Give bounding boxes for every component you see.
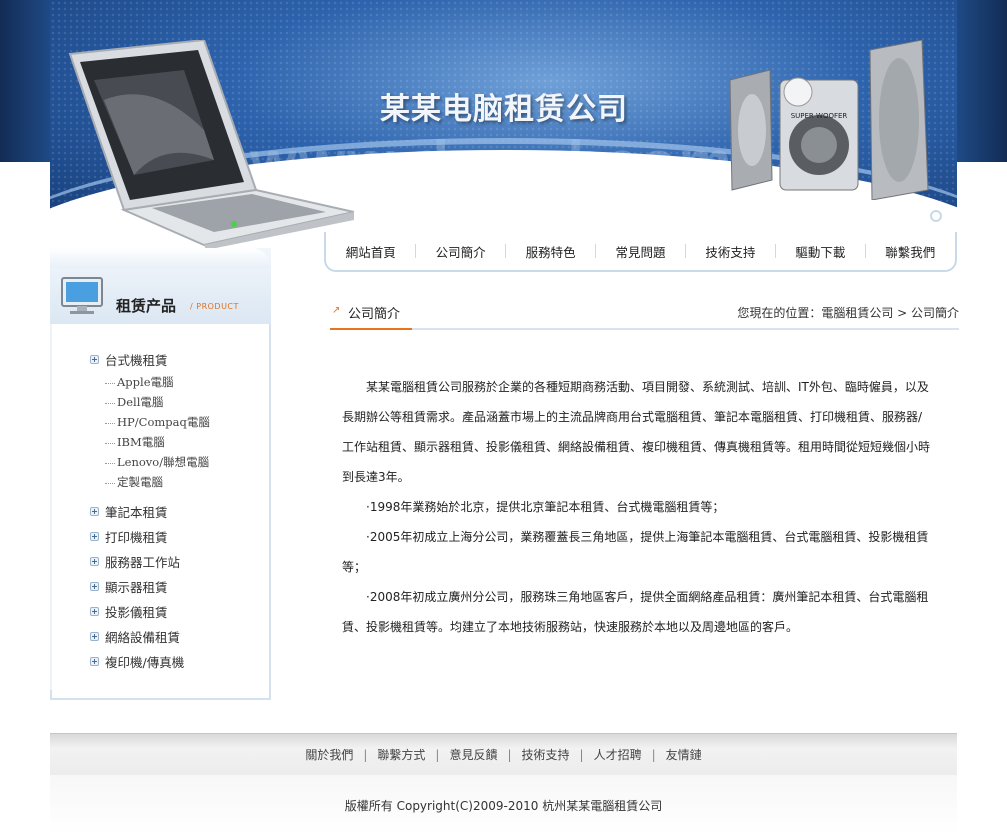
breadcrumb: 您現在的位置：電腦租賃公司 > 公司簡介 — [737, 306, 959, 320]
sidebar-footer — [50, 690, 271, 700]
footer-link-contact[interactable]: 聯繫方式 — [377, 746, 425, 763]
content-paragraph: 某某電腦租賃公司服務於企業的各種短期商務活動、項目開發、系統測試、培訓、IT外包… — [342, 380, 931, 484]
company-name: 某某电脑租赁公司 — [380, 92, 628, 127]
expand-icon — [90, 657, 99, 666]
main-nav: 網站首頁 公司簡介 服務特色 常見問題 技術支持 驅動下載 聯繫我們 — [324, 232, 957, 272]
nav-divider — [415, 244, 417, 258]
subcategory-lenovo[interactable]: Lenovo/聯想電腦 — [105, 454, 209, 470]
sidebar-title: 租赁产品 — [116, 297, 177, 315]
title-arrow-icon: ↗ — [332, 305, 341, 316]
category-desktop[interactable]: 台式機租賃 — [90, 350, 168, 369]
nav-drivers[interactable]: 驅動下載 — [787, 242, 853, 261]
sidebar-header: 租赁产品 / PRODUCT — [50, 248, 271, 324]
category-label: 網絡設備租賃 — [105, 630, 181, 645]
nav-end-cap — [930, 210, 942, 222]
nav-about[interactable]: 公司簡介 — [428, 242, 494, 261]
footer-link-friends[interactable]: 友情鏈 — [666, 746, 702, 763]
page-container: www.drccd.com 某某电脑租赁公司 SUPER WOOFER 網站首頁… — [50, 0, 959, 836]
speakers-image: SUPER WOOFER — [729, 40, 929, 200]
category-printer[interactable]: 打印機租賃 — [90, 527, 168, 546]
svg-text:SUPER WOOFER: SUPER WOOFER — [791, 112, 848, 120]
category-laptop[interactable]: 筆記本租賃 — [90, 502, 168, 521]
footer-separator: | — [363, 747, 368, 762]
category-label: 台式機租賃 — [105, 353, 168, 368]
category-projector[interactable]: 投影儀租賃 — [90, 602, 168, 621]
nav-faq[interactable]: 常見問題 — [607, 242, 673, 261]
footer-link-jobs[interactable]: 人才招聘 — [594, 746, 642, 763]
footer-separator: | — [579, 747, 584, 762]
sidebar-subtitle: / PRODUCT — [190, 302, 239, 311]
subcategory-dell[interactable]: Dell電腦 — [105, 394, 163, 410]
title-underline — [330, 328, 412, 330]
product-sidebar: 租赁产品 / PRODUCT 台式機租賃 Apple電腦 Dell電腦 HP/C… — [50, 248, 271, 700]
category-label: 複印機/傳真機 — [105, 655, 185, 670]
sidebar-body: 台式機租賃 Apple電腦 Dell電腦 HP/Compaq電腦 IBM電腦 L… — [50, 324, 271, 700]
category-label: 投影儀租賃 — [105, 605, 168, 620]
category-server[interactable]: 服務器工作站 — [90, 552, 180, 571]
nav-home[interactable]: 網站首頁 — [338, 242, 404, 261]
content-header: ↗ 公司簡介 您現在的位置：電腦租賃公司 > 公司簡介 — [330, 296, 959, 330]
footer-separator: | — [651, 747, 656, 762]
nav-services[interactable]: 服務特色 — [518, 242, 584, 261]
nav-divider — [595, 244, 597, 258]
subcategory-custom[interactable]: 定製電腦 — [105, 474, 163, 490]
footer-links: 關於我們 | 聯繫方式 | 意見反饋 | 技術支持 | 人才招聘 | 友情鏈 — [50, 733, 957, 775]
expand-icon — [90, 582, 99, 591]
monitor-icon — [61, 277, 103, 314]
laptop-image — [68, 40, 354, 250]
expand-icon — [90, 557, 99, 566]
subcategory-apple[interactable]: Apple電腦 — [105, 374, 174, 390]
footer-separator: | — [507, 747, 512, 762]
nav-divider — [505, 244, 507, 258]
sidebar-header-top — [50, 248, 271, 268]
content-body: 某某電腦租賃公司服務於企業的各種短期商務活動、項目開發、系統測試、培訓、IT外包… — [342, 372, 934, 642]
footer-link-feedback[interactable]: 意見反饋 — [449, 746, 497, 763]
category-label: 筆記本租賃 — [105, 505, 168, 520]
nav-contact[interactable]: 聯繫我們 — [877, 242, 943, 261]
category-label: 打印機租賃 — [105, 530, 168, 545]
expand-icon — [90, 632, 99, 641]
category-network[interactable]: 網絡設備租賃 — [90, 627, 180, 646]
nav-divider — [774, 244, 776, 258]
content-paragraph: ·2008年初成立廣州分公司，服務珠三角地區客戶，提供全面網絡產品租賃：廣州筆記… — [342, 590, 929, 634]
nav-support[interactable]: 技術支持 — [697, 242, 763, 261]
subcategory-hp[interactable]: HP/Compaq電腦 — [105, 414, 210, 430]
copyright: 版權所有 Copyright(C)2009-2010 杭州某某電腦租賃公司 — [50, 775, 957, 836]
content-paragraph: ·2005年初成立上海分公司，業務覆蓋長三角地區，提供上海筆記本電腦租賃、台式電… — [342, 530, 929, 574]
category-copier[interactable]: 複印機/傳真機 — [90, 652, 184, 671]
expand-icon — [90, 507, 99, 516]
expand-icon — [90, 607, 99, 616]
category-monitor[interactable]: 顯示器租賃 — [90, 577, 168, 596]
content-paragraph: ·1998年業務始於北京，提供北京筆記本租賃、台式機電腦租賃等； — [366, 500, 725, 514]
expand-icon — [90, 355, 99, 364]
category-label: 顯示器租賃 — [105, 580, 168, 595]
page-title: 公司簡介 — [348, 307, 401, 322]
expand-icon — [90, 532, 99, 541]
subcategory-ibm[interactable]: IBM電腦 — [105, 434, 165, 450]
nav-divider — [684, 244, 686, 258]
footer-link-about[interactable]: 關於我們 — [305, 746, 353, 763]
nav-divider — [864, 244, 866, 258]
footer-link-support[interactable]: 技術支持 — [522, 746, 570, 763]
footer-separator: | — [435, 747, 440, 762]
category-label: 服務器工作站 — [105, 555, 181, 570]
